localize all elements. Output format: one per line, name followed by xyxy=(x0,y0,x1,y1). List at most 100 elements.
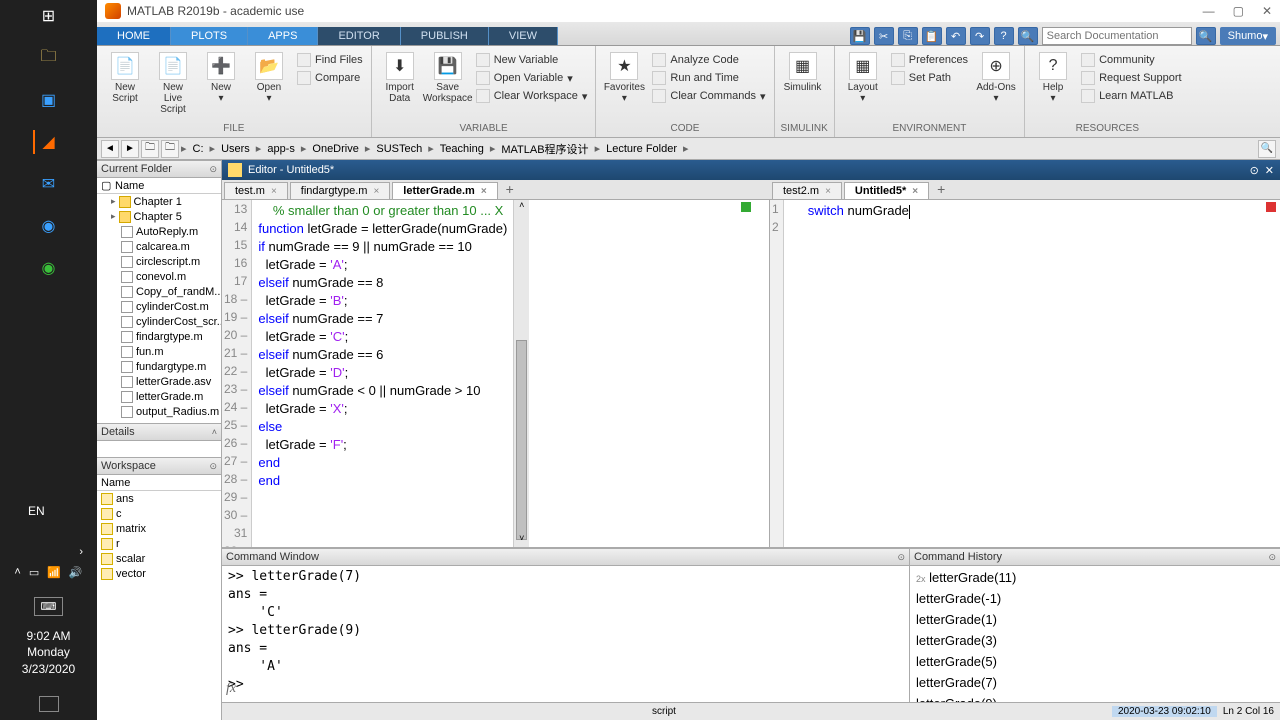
command-window[interactable]: >> letterGrade(7) ans = 'C' >> letterGra… xyxy=(222,566,909,702)
new-live-script-button[interactable]: 📄New Live Script xyxy=(151,52,195,115)
workspace-var[interactable]: matrix xyxy=(97,521,221,536)
explorer-icon[interactable]: 🗀 xyxy=(37,46,61,70)
new-tab-button[interactable]: + xyxy=(931,179,951,199)
tab-close-icon[interactable]: × xyxy=(271,186,277,197)
file-item[interactable]: letterGrade.m xyxy=(97,389,221,404)
ws-menu-icon[interactable]: ⊙ xyxy=(209,461,217,472)
current-folder-list[interactable]: ▸Chapter 1▸Chapter 5AutoReply.mcalcarea.… xyxy=(97,194,221,423)
fx-icon[interactable]: fx xyxy=(226,680,236,698)
maximize-button[interactable]: ▢ xyxy=(1233,4,1244,18)
addr-apps[interactable]: app-s xyxy=(263,143,299,155)
expand-icon[interactable]: › xyxy=(79,546,83,558)
file-item[interactable]: conevol.m xyxy=(97,269,221,284)
redo-qat-icon[interactable]: ↷ xyxy=(970,27,990,45)
run-and-time-button[interactable]: Run and Time xyxy=(650,70,767,86)
editor-close-icon[interactable]: ✕ xyxy=(1265,164,1274,177)
tab-apps[interactable]: APPS xyxy=(248,27,318,45)
tray-up-icon[interactable]: ˄ xyxy=(14,566,20,579)
file-item[interactable]: letterGrade.asv xyxy=(97,374,221,389)
open-button[interactable]: 📂Open▾ xyxy=(247,52,291,104)
set-path-button[interactable]: Set Path xyxy=(889,70,970,86)
file-item[interactable]: findargtype.m xyxy=(97,329,221,344)
wifi-icon[interactable]: 📶 xyxy=(47,566,61,579)
layout-button[interactable]: ▦Layout▾ xyxy=(841,52,885,104)
browse-button[interactable]: 🗀 xyxy=(161,140,179,158)
favorites-button[interactable]: ★Favorites▾ xyxy=(602,52,646,104)
workspace-var[interactable]: scalar xyxy=(97,551,221,566)
addons-button[interactable]: ⊕Add-Ons▾ xyxy=(974,52,1018,104)
forward-button[interactable]: ► xyxy=(121,140,139,158)
paste-qat-icon[interactable]: 📋 xyxy=(922,27,942,45)
workspace-list[interactable]: anscmatrixrscalarvector xyxy=(97,491,221,720)
history-item[interactable]: letterGrade(9) xyxy=(916,694,1274,702)
close-button[interactable]: ✕ xyxy=(1262,4,1272,18)
store-icon[interactable]: ▣ xyxy=(37,88,61,112)
notifications-icon[interactable] xyxy=(39,696,59,712)
command-history[interactable]: 2x letterGrade(11) letterGrade(-1) lette… xyxy=(910,566,1280,702)
tab-home[interactable]: HOME xyxy=(97,27,171,45)
addr-lecture[interactable]: Lecture Folder xyxy=(602,143,681,155)
cut-qat-icon[interactable]: ✂ xyxy=(874,27,894,45)
tab-view[interactable]: VIEW xyxy=(489,27,558,45)
new-variable-button[interactable]: New Variable xyxy=(474,52,590,68)
file-item[interactable]: circlescript.m xyxy=(97,254,221,269)
search-qat-icon[interactable]: 🔍 xyxy=(1018,27,1038,45)
import-data-button[interactable]: ⬇Import Data xyxy=(378,52,422,104)
file-item[interactable]: ▸Chapter 5 xyxy=(97,209,221,224)
volume-icon[interactable]: 🔊 xyxy=(69,566,83,579)
code-editor-left[interactable]: 131415161718 –19 –20 –21 –22 –23 –24 –25… xyxy=(222,200,770,547)
history-item[interactable]: 2x letterGrade(11) xyxy=(916,568,1274,589)
addr-sustech[interactable]: SUSTech xyxy=(372,143,426,155)
file-item[interactable]: fundargtype.m xyxy=(97,359,221,374)
file-item[interactable]: cylinderCost.m xyxy=(97,299,221,314)
help-button[interactable]: ?Help▾ xyxy=(1031,52,1075,104)
community-button[interactable]: Community xyxy=(1079,52,1184,68)
clock[interactable]: 9:02 AM Monday 3/23/2020 xyxy=(4,628,93,678)
tab-close-icon[interactable]: × xyxy=(825,186,831,197)
matlab-icon[interactable]: ◢ xyxy=(33,130,57,154)
addr-onedrive[interactable]: OneDrive xyxy=(308,143,362,155)
battery-icon[interactable]: ▭ xyxy=(29,566,39,579)
history-item[interactable]: letterGrade(7) xyxy=(916,673,1274,694)
user-menu[interactable]: Shumo ▾ xyxy=(1220,27,1276,45)
mail-icon[interactable]: ✉ xyxy=(37,172,61,196)
tab-close-icon[interactable]: × xyxy=(912,186,918,197)
tab-editor[interactable]: EDITOR xyxy=(318,27,400,45)
simulink-button[interactable]: ▦Simulink xyxy=(781,52,825,93)
command-window-header[interactable]: Command Window⊙ xyxy=(222,548,909,566)
workspace-var[interactable]: r xyxy=(97,536,221,551)
find-files-button[interactable]: Find Files xyxy=(295,52,365,68)
file-item[interactable]: ▸Chapter 1 xyxy=(97,194,221,209)
history-item[interactable]: letterGrade(5) xyxy=(916,652,1274,673)
minimize-button[interactable]: — xyxy=(1203,4,1215,18)
addr-c[interactable]: C: xyxy=(189,143,208,155)
scrollbar-v[interactable]: ˄ ˅ xyxy=(513,200,529,547)
clear-workspace-button[interactable]: Clear Workspace ▾ xyxy=(474,88,590,104)
workspace-var[interactable]: vector xyxy=(97,566,221,581)
new-button[interactable]: ➕New▾ xyxy=(199,52,243,104)
learn-matlab-button[interactable]: Learn MATLAB xyxy=(1079,88,1184,104)
file-item[interactable]: output_Radius.m xyxy=(97,404,221,419)
command-history-header[interactable]: Command History⊙ xyxy=(910,548,1280,566)
language-indicator[interactable]: EN xyxy=(4,504,93,518)
history-item[interactable]: letterGrade(3) xyxy=(916,631,1274,652)
copy-qat-icon[interactable]: ⎘ xyxy=(898,27,918,45)
ws-name-header[interactable]: Name xyxy=(101,477,130,489)
file-item[interactable]: calcarea.m xyxy=(97,239,221,254)
request-support-button[interactable]: Request Support xyxy=(1079,70,1184,86)
addr-search-icon[interactable]: 🔍 xyxy=(1258,140,1276,158)
start-icon[interactable]: ⊞ xyxy=(37,4,61,28)
new-script-button[interactable]: 📄New Script xyxy=(103,52,147,104)
file-item[interactable]: fun.m xyxy=(97,344,221,359)
cf-name-header[interactable]: Name xyxy=(115,180,144,192)
help-qat-icon[interactable]: ? xyxy=(994,27,1014,45)
tab-close-icon[interactable]: × xyxy=(481,186,487,197)
preferences-button[interactable]: Preferences xyxy=(889,52,970,68)
current-folder-header[interactable]: Current Folder⊙ xyxy=(97,160,221,178)
tab-publish[interactable]: PUBLISH xyxy=(401,27,489,45)
editor-dock-icon[interactable]: ⊙ xyxy=(1250,164,1259,177)
workspace-header[interactable]: Workspace⊙ xyxy=(97,457,221,475)
addr-teaching[interactable]: Teaching xyxy=(436,143,488,155)
file-item[interactable]: cylinderCost_scr... xyxy=(97,314,221,329)
history-item[interactable]: letterGrade(-1) xyxy=(916,589,1274,610)
